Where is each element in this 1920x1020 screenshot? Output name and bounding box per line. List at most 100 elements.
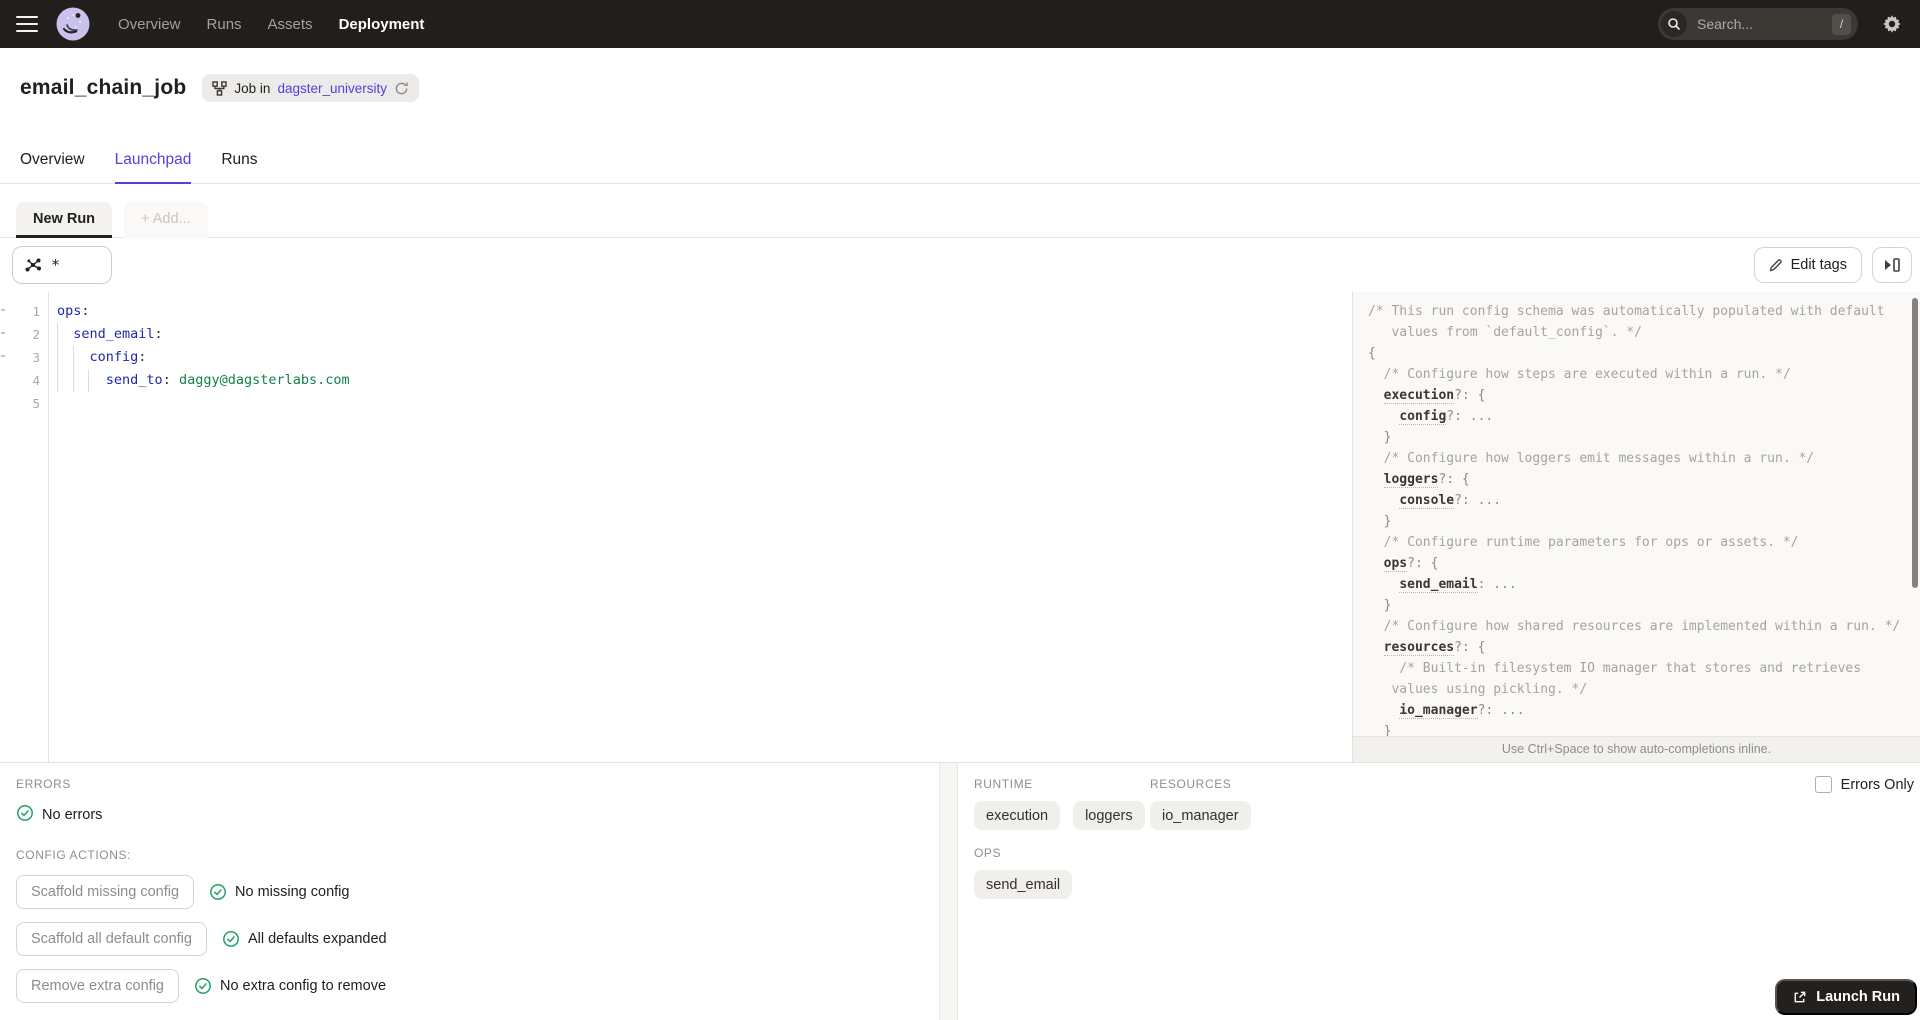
tag-row: send_email: [974, 870, 1904, 899]
errors-only-checkbox[interactable]: [1814, 776, 1832, 793]
page-tabs: Overview Launchpad Runs: [0, 110, 1920, 184]
errors-status-text: No errors: [42, 807, 103, 823]
section-ops: OPS send_email: [974, 846, 1904, 899]
tag-row: io_manager: [1150, 801, 1904, 830]
check-circle-icon: [222, 930, 240, 948]
nav-item-assets[interactable]: Assets: [268, 16, 313, 33]
indent-guide: [57, 346, 58, 369]
editor-line: 1 ops:: [0, 300, 1352, 323]
schema-line: loggers?: {: [1383, 472, 1470, 488]
config-split-view: 1 ops: 2 send_email: 3 config: 4 send_to: da…: [0, 292, 1920, 762]
page-title: email_chain_job: [20, 76, 187, 99]
autocomplete-hint: Use Ctrl+Space to show auto-completions …: [1353, 736, 1920, 762]
schema-line: values using pickling. */: [1391, 682, 1588, 697]
errors-section-label: ERRORS: [16, 777, 71, 791]
toggle-second-pane-button[interactable]: [1872, 247, 1912, 283]
line-number: 1: [32, 304, 40, 319]
tab-runs[interactable]: Runs: [221, 151, 257, 184]
code-text: send_to: daggy@dagsterlabs.com: [105, 372, 350, 388]
code-text: config:: [89, 349, 147, 365]
tag-io-manager[interactable]: io_manager: [1150, 801, 1251, 830]
launchpad-toolbar: * Edit tags: [0, 238, 1920, 292]
edit-tags-button[interactable]: Edit tags: [1753, 247, 1862, 283]
editor-line: 4 send_to: daggy@dagsterlabs.com: [0, 369, 1352, 392]
indent-guide: [57, 323, 58, 346]
tag-execution[interactable]: execution: [974, 801, 1061, 830]
schema-line: console?: ...: [1399, 493, 1502, 509]
tab-launchpad[interactable]: Launchpad: [114, 151, 192, 184]
op-selector-icon: [24, 256, 42, 274]
run-summary-panel: RUNTIME execution loggers RESOURCES io_manag…: [958, 763, 1920, 1020]
scaffold-all-default-config-button[interactable]: Scaffold all default config: [16, 922, 207, 956]
schema-line: /* Configure how steps are executed with…: [1383, 367, 1791, 382]
schema-line: }: [1383, 598, 1392, 613]
config-action-row: Scaffold missing config No missing config: [16, 875, 923, 909]
dagster-logo-icon[interactable]: [56, 7, 90, 41]
hamburger-menu-icon[interactable]: [16, 16, 38, 32]
launch-run-label: Launch Run: [1816, 989, 1900, 1005]
config-editor[interactable]: 1 ops: 2 send_email: 3 config: 4 send_to: da…: [0, 292, 1352, 762]
schema-line: /* Configure how shared resources are im…: [1383, 619, 1901, 634]
errors-only-label: Errors Only: [1840, 776, 1914, 793]
job-badge-prefix: Job in: [234, 80, 271, 96]
section-resources: RESOURCES io_manager: [1150, 777, 1904, 830]
config-action-row: Scaffold all default config All defaults …: [16, 922, 923, 956]
nav-item-runs[interactable]: Runs: [207, 16, 242, 33]
tag-send-email[interactable]: send_email: [974, 870, 1073, 899]
schema-line: {: [1368, 346, 1376, 361]
add-tab-button[interactable]: + Add...: [124, 202, 208, 238]
pencil-icon: [1769, 258, 1783, 272]
editor-line: 5: [0, 392, 1352, 415]
line-number: 5: [32, 396, 40, 411]
editor-line: 3 config:: [0, 346, 1352, 369]
launch-run-button[interactable]: Launch Run: [1775, 979, 1917, 1015]
tag-loggers[interactable]: loggers: [1073, 801, 1145, 830]
tag-row: execution loggers: [974, 801, 1150, 830]
indent-guide: [57, 369, 58, 392]
split-pane-icon: [1883, 257, 1901, 273]
check-circle-icon: [194, 977, 212, 995]
indent-guide: [72, 369, 74, 392]
schema-scrollbar[interactable]: [1912, 298, 1918, 588]
schema-line: config?: ...: [1399, 409, 1494, 425]
nav-item-deployment[interactable]: Deployment: [339, 16, 425, 33]
scaffold-missing-config-button[interactable]: Scaffold missing config: [16, 875, 195, 909]
bottom-panel: ERRORS No errors CONFIG ACTIONS: Scaffol…: [0, 762, 1920, 1020]
search-icon: [1661, 11, 1687, 37]
config-action-rows: Scaffold missing config No missing config…: [16, 875, 923, 1003]
errors-only-control: Errors Only: [1814, 776, 1914, 793]
nav-item-overview[interactable]: Overview: [118, 16, 181, 33]
schema-line: /* Configure how loggers emit messages w…: [1383, 451, 1815, 466]
indent-guide: [88, 369, 90, 392]
tab-new-run[interactable]: New Run: [16, 202, 113, 238]
op-selection-input[interactable]: *: [12, 246, 112, 284]
search-box[interactable]: /: [1658, 8, 1858, 40]
schema-line: send_email: ...: [1399, 577, 1517, 593]
top-nav: Overview Runs Assets Deployment /: [0, 0, 1920, 48]
status-text: All defaults expanded: [247, 931, 387, 947]
code-text: ops:: [57, 303, 90, 319]
section-label: OPS: [974, 846, 1002, 860]
op-selection-value: *: [51, 256, 61, 274]
line-number: 3: [32, 350, 40, 365]
schema-line: values from `default_config`. */: [1368, 325, 1642, 340]
line-number: 4: [32, 373, 40, 388]
reload-icon[interactable]: [394, 81, 409, 96]
tag-sections: RUNTIME execution loggers RESOURCES io_manag…: [974, 777, 1904, 899]
job-location-badge: Job in dagster_university: [202, 74, 419, 102]
bottom-panel-divider[interactable]: [939, 763, 958, 1020]
section-label: RUNTIME: [974, 777, 1033, 791]
launch-icon: [1792, 990, 1807, 1005]
check-circle-icon: [209, 883, 227, 901]
remove-extra-config-button[interactable]: Remove extra config: [16, 969, 179, 1003]
launchpad-tab-strip: New Run + Add...: [0, 184, 1920, 238]
config-action-status: No missing config: [209, 883, 349, 901]
section-runtime: RUNTIME execution loggers: [974, 777, 1150, 830]
search-input[interactable]: [1695, 15, 1832, 33]
status-text: No extra config to remove: [219, 978, 387, 994]
tab-overview[interactable]: Overview: [20, 151, 85, 184]
errors-status-row: No errors: [16, 804, 923, 826]
gear-icon[interactable]: [1882, 14, 1902, 34]
schema-line: ops?: {: [1383, 556, 1439, 572]
code-location-link[interactable]: dagster_university: [277, 81, 387, 96]
